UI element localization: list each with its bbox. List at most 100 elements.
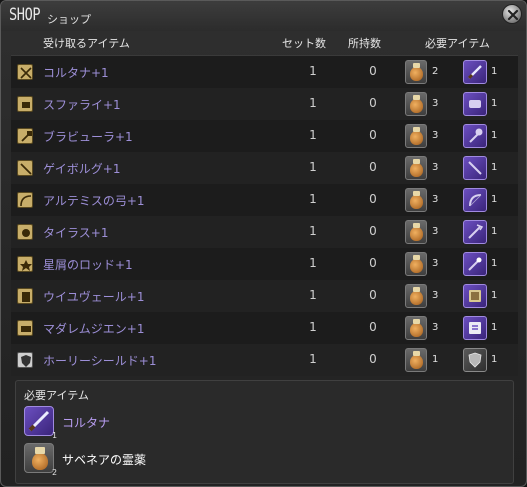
book-icon — [17, 288, 33, 304]
set-count: 1 — [309, 128, 317, 142]
item-name: ゲイボルグ+1 — [43, 162, 121, 176]
item-name: ブラビューラ+1 — [43, 130, 133, 144]
potion-icon[interactable] — [405, 156, 427, 180]
knuckles-icon[interactable] — [463, 92, 487, 116]
req2-qty: 1 — [491, 162, 498, 173]
item-name: マダレムジエン+1 — [43, 322, 145, 336]
potion-icon[interactable] — [405, 92, 427, 116]
dagger-icon[interactable] — [24, 406, 54, 436]
title-bar[interactable]: SHOP ショップ — [1, 1, 526, 31]
list-item[interactable]: マダレムジエン+1 1 0 3 1 — [11, 312, 518, 344]
set-count: 1 — [309, 320, 317, 334]
set-count: 1 — [309, 160, 317, 174]
scroll-icon — [17, 320, 33, 336]
dagger-icon[interactable] — [463, 60, 487, 84]
list-item[interactable]: コルタナ+1 1 0 2 1 — [11, 56, 518, 88]
list-item[interactable]: タイラス+1 1 0 3 1 — [11, 216, 518, 248]
potion-icon[interactable] — [405, 348, 427, 372]
spear-icon[interactable] — [463, 156, 487, 180]
owned-count: 0 — [369, 128, 377, 142]
item-name: 星屑のロッド+1 — [43, 258, 133, 272]
item-name: スファライ+1 — [43, 98, 121, 112]
list-item[interactable]: 星屑のロッド+1 1 0 3 1 — [11, 248, 518, 280]
window-subtitle: ショップ — [47, 13, 91, 26]
set-count: 1 — [309, 352, 317, 366]
cane-weapon-icon[interactable] — [463, 220, 487, 244]
cane-icon — [17, 224, 33, 240]
list-item[interactable]: ホーリーシールド+1 1 0 1 1 — [11, 344, 518, 376]
potion-icon[interactable] — [405, 316, 427, 340]
potion-icon[interactable] — [405, 252, 427, 276]
req1-qty: 3 — [432, 98, 439, 109]
req1-qty: 3 — [432, 130, 439, 141]
set-count: 1 — [309, 256, 317, 270]
owned-count: 0 — [369, 160, 377, 174]
req2-qty: 1 — [491, 130, 498, 141]
lance-icon — [17, 160, 33, 176]
bow-weapon-icon[interactable] — [463, 188, 487, 212]
item-name: ウイユヴェール+1 — [43, 290, 145, 304]
owned-count: 0 — [369, 288, 377, 302]
req1-qty: 3 — [432, 290, 439, 301]
list-item[interactable]: ウイユヴェール+1 1 0 3 1 — [11, 280, 518, 312]
sword-icon — [17, 64, 33, 80]
bow-icon — [17, 192, 33, 208]
list-item[interactable]: スファライ+1 1 0 3 1 — [11, 88, 518, 120]
close-icon — [507, 9, 519, 21]
rod-icon — [17, 256, 33, 272]
req2-qty: 1 — [491, 98, 498, 109]
req1-qty: 3 — [432, 322, 439, 333]
potion-icon[interactable] — [405, 188, 427, 212]
req1-qty: 3 — [432, 226, 439, 237]
potion-icon[interactable] — [405, 60, 427, 84]
set-count: 1 — [309, 224, 317, 238]
potion-icon[interactable] — [405, 124, 427, 148]
req1-qty: 3 — [432, 194, 439, 205]
shop-window: SHOP ショップ 受け取るアイテム セット数 所持数 必要アイテム コルタナ+… — [0, 0, 527, 487]
required-item-name[interactable]: サベネアの霊薬 — [62, 451, 146, 468]
set-count: 1 — [309, 64, 317, 78]
rod-weapon-icon[interactable] — [463, 252, 487, 276]
owned-count: 0 — [369, 64, 377, 78]
shield-item-icon[interactable] — [463, 348, 487, 372]
required-items-title: 必要アイテム — [24, 389, 89, 402]
window-title: SHOP — [9, 5, 41, 25]
list-item[interactable]: ブラビューラ+1 1 0 3 1 — [11, 120, 518, 152]
header-required: 必要アイテム — [425, 37, 490, 50]
req1-qty: 2 — [432, 66, 439, 77]
item-name: アルテミスの弓+1 — [43, 194, 145, 208]
owned-count: 0 — [369, 96, 377, 110]
required-item-name[interactable]: コルタナ — [62, 414, 110, 431]
req2-qty: 1 — [491, 354, 498, 365]
header-set: セット数 — [282, 37, 326, 50]
potion-icon[interactable] — [24, 443, 54, 473]
list-item[interactable]: ゲイボルグ+1 1 0 3 1 — [11, 152, 518, 184]
axe-icon — [17, 128, 33, 144]
potion-icon[interactable] — [405, 284, 427, 308]
owned-count: 0 — [369, 192, 377, 206]
codex-icon[interactable] — [463, 316, 487, 340]
item-count: 2 — [52, 468, 58, 477]
owned-count: 0 — [369, 224, 377, 238]
set-count: 1 — [309, 288, 317, 302]
set-count: 1 — [309, 96, 317, 110]
req1-qty: 1 — [432, 354, 439, 365]
close-button[interactable] — [502, 4, 522, 24]
fist-icon — [17, 96, 33, 112]
item-name: ホーリーシールド+1 — [43, 354, 157, 368]
req2-qty: 1 — [491, 322, 498, 333]
list-item[interactable]: アルテミスの弓+1 1 0 3 1 — [11, 184, 518, 216]
owned-count: 0 — [369, 352, 377, 366]
header-item: 受け取るアイテム — [43, 37, 130, 50]
req2-qty: 1 — [491, 290, 498, 301]
item-list: コルタナ+1 1 0 2 1 スファライ+1 1 0 3 1 ブラビューラ+1 … — [11, 55, 518, 376]
req2-qty: 1 — [491, 226, 498, 237]
req2-qty: 1 — [491, 66, 498, 77]
potion-icon[interactable] — [405, 220, 427, 244]
column-headers: 受け取るアイテム セット数 所持数 必要アイテム — [1, 35, 526, 51]
axe-weapon-icon[interactable] — [463, 124, 487, 148]
shield-icon — [17, 352, 33, 368]
item-name: コルタナ+1 — [43, 66, 109, 80]
grimoire-icon[interactable] — [463, 284, 487, 308]
item-name: タイラス+1 — [43, 226, 109, 240]
